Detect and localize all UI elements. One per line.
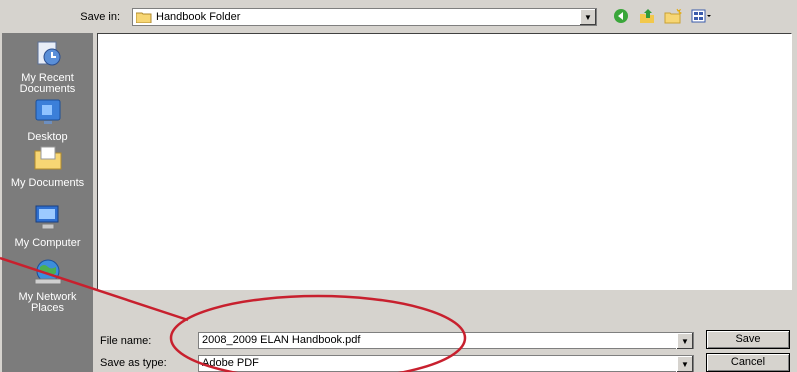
view-menu-icon[interactable] (690, 7, 714, 25)
cancel-button[interactable]: Cancel (706, 353, 790, 372)
chevron-down-icon[interactable]: ▼ (676, 333, 693, 349)
places-bar: My Recent Documents Desktop My Documents (2, 33, 93, 372)
place-label: My Documents (10, 177, 85, 189)
save-in-label: Save in: (80, 11, 120, 23)
place-my-computer[interactable]: My Computer (2, 203, 93, 249)
save-as-type-value: Adobe PDF (202, 357, 259, 369)
place-desktop[interactable]: Desktop (2, 97, 93, 143)
place-label: My Network Places (18, 291, 77, 314)
file-name-field[interactable]: 2008_2009 ELAN Handbook.pdf ▼ (198, 332, 694, 349)
save-in-dropdown[interactable]: Handbook Folder ▼ (132, 8, 597, 26)
file-list[interactable] (97, 33, 792, 290)
up-folder-icon[interactable] (638, 7, 656, 25)
desktop-icon (35, 99, 60, 124)
chevron-down-icon[interactable]: ▼ (579, 9, 596, 25)
toolbar-icons (612, 7, 714, 25)
new-folder-icon[interactable] (664, 7, 682, 25)
save-in-location: Handbook Folder (156, 11, 241, 23)
file-name-value: 2008_2009 ELAN Handbook.pdf (202, 334, 361, 346)
place-my-recent-documents[interactable]: My Recent Documents (2, 38, 93, 95)
recent-documents-icon (37, 41, 60, 66)
network-places-icon (34, 259, 61, 285)
save-dialog: Save in: Handbook Folder ▼ My Recent Doc… (0, 0, 797, 372)
my-documents-icon (34, 146, 61, 170)
place-my-network-places[interactable]: My Network Places (2, 257, 93, 314)
my-computer-icon (35, 205, 58, 230)
save-button[interactable]: Save (706, 330, 790, 349)
place-my-documents[interactable]: My Documents (2, 143, 93, 189)
folder-icon (136, 12, 152, 23)
chevron-down-icon[interactable]: ▼ (676, 356, 693, 372)
save-as-type-label: Save as type: (100, 357, 167, 369)
back-icon[interactable] (612, 7, 630, 25)
place-label: My Recent Documents (19, 72, 76, 95)
place-label: My Computer (14, 237, 81, 249)
place-label: Desktop (27, 131, 68, 143)
file-name-label: File name: (100, 335, 152, 347)
save-as-type-dropdown[interactable]: Adobe PDF ▼ (198, 355, 694, 372)
